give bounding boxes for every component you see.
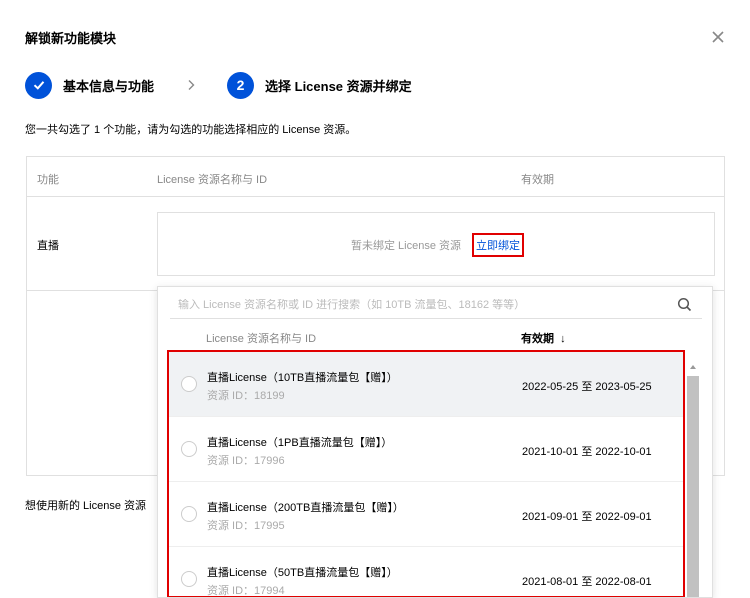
- search-icon[interactable]: [677, 297, 692, 312]
- license-name: 直播License（1PB直播流量包【赠】）: [207, 437, 393, 449]
- footer-hint: 想使用新的 License 资源: [25, 500, 147, 512]
- license-validity: 2021-09-01 至 2022-09-01: [522, 511, 652, 523]
- list-item[interactable]: 直播License（10TB直播流量包【赠】） 资源 ID：18199 2022…: [169, 352, 683, 417]
- license-validity: 2022-05-25 至 2023-05-25: [522, 381, 652, 393]
- search-input[interactable]: [178, 298, 668, 311]
- dropdown-col-name: License 资源名称与 ID: [206, 333, 317, 345]
- license-name: 直播License（10TB直播流量包【赠】）: [207, 372, 398, 384]
- scroll-up-icon[interactable]: [688, 362, 698, 372]
- header-license: License 资源名称与 ID: [157, 174, 268, 186]
- license-list: 直播License（10TB直播流量包【赠】） 资源 ID：18199 2022…: [167, 350, 685, 597]
- license-id: 资源 ID：18199: [207, 390, 285, 402]
- step-2-label: 选择 License 资源并绑定: [265, 78, 412, 94]
- scrollbar[interactable]: [686, 362, 700, 597]
- radio-button[interactable]: [181, 571, 197, 587]
- bind-now-link[interactable]: 立即绑定: [472, 233, 524, 257]
- close-icon[interactable]: [709, 28, 727, 46]
- list-item[interactable]: 直播License（50TB直播流量包【赠】） 资源 ID：17994 2021…: [169, 547, 683, 597]
- radio-button[interactable]: [181, 376, 197, 392]
- radio-button[interactable]: [181, 441, 197, 457]
- license-name: 直播License（200TB直播流量包【赠】）: [207, 502, 404, 514]
- step-done-icon: [25, 71, 52, 99]
- license-id: 资源 ID：17996: [207, 455, 285, 467]
- dropdown-header: License 资源名称与 ID 有效期 ↓: [158, 327, 712, 347]
- chevron-right-icon: [188, 80, 195, 90]
- license-id: 资源 ID：17994: [207, 585, 285, 597]
- unbound-text: 暂未绑定 License 资源: [351, 240, 462, 252]
- radio-button[interactable]: [181, 506, 197, 522]
- scroll-thumb[interactable]: [687, 376, 699, 597]
- list-item[interactable]: 直播License（200TB直播流量包【赠】） 资源 ID：17995 202…: [169, 482, 683, 547]
- table-header: 功能 License 资源名称与 ID 有效期: [27, 157, 724, 197]
- license-select[interactable]: 暂未绑定 License 资源 立即绑定: [157, 212, 715, 276]
- header-feature: 功能: [37, 174, 59, 186]
- sort-arrow-icon: ↓: [560, 333, 566, 345]
- stepper: 基本信息与功能 2 选择 License 资源并绑定: [25, 71, 412, 99]
- dialog-title: 解锁新功能模块: [25, 31, 117, 46]
- dropdown-col-validity-sort[interactable]: 有效期 ↓: [521, 330, 566, 346]
- search-bar: [170, 291, 702, 319]
- feature-name: 直播: [37, 240, 59, 252]
- license-dropdown: License 资源名称与 ID 有效期 ↓ 直播License（10TB直播流…: [157, 286, 713, 598]
- dropdown-col-validity: 有效期: [521, 333, 554, 345]
- list-item[interactable]: 直播License（1PB直播流量包【赠】） 资源 ID：17996 2021-…: [169, 417, 683, 482]
- license-validity: 2021-10-01 至 2022-10-01: [522, 446, 652, 458]
- table-row: 直播 暂未绑定 License 资源 立即绑定: [27, 197, 724, 291]
- step-2-number: 2: [227, 71, 255, 99]
- header-validity: 有效期: [521, 174, 554, 186]
- license-validity: 2021-08-01 至 2022-08-01: [522, 576, 652, 588]
- license-name: 直播License（50TB直播流量包【赠】）: [207, 567, 398, 579]
- step-1-label: 基本信息与功能: [63, 78, 155, 94]
- license-id: 资源 ID：17995: [207, 520, 285, 532]
- selection-hint: 您一共勾选了 1 个功能，请为勾选的功能选择相应的 License 资源。: [25, 124, 357, 136]
